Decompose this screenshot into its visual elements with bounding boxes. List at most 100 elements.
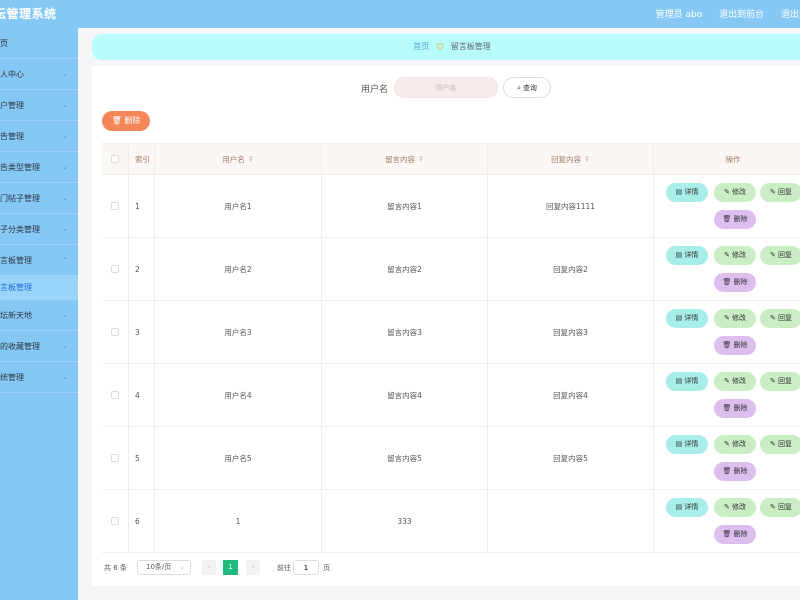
delete-label: 删除	[733, 215, 748, 223]
sort-icon[interactable]: ⇕	[584, 155, 590, 163]
delete-label: 删除	[733, 341, 748, 349]
sidebar-item-home[interactable]: 页	[0, 28, 78, 59]
sidebar-item-forum-new-world[interactable]: 坛新天地 ⌄	[0, 300, 78, 331]
row-checkbox[interactable]	[111, 202, 119, 210]
row-username: 用户名5	[155, 427, 322, 489]
logout-link[interactable]: 退出登	[781, 10, 800, 20]
row-username: 用户名3	[155, 301, 322, 363]
sidebar-item-label: 子分类管理	[0, 225, 40, 234]
sidebar-item-label: 页	[0, 39, 8, 48]
reply-button[interactable]: ✎ 回复	[760, 372, 800, 391]
document-icon: ▤	[675, 251, 683, 259]
header-username[interactable]: 用户名 ⇕	[155, 144, 322, 174]
sidebar-item-personal-center[interactable]: 人中心 ⌄	[0, 59, 78, 90]
delete-label: 删除	[733, 530, 748, 538]
row-checkbox[interactable]	[111, 517, 119, 525]
pencil-icon: ✎	[723, 440, 730, 448]
edit-button[interactable]: ✎ 修改	[714, 246, 756, 265]
next-page-button[interactable]: ›	[246, 560, 260, 575]
table-row: 2 用户名2 留言内容2 回复内容2 ▤ 详情 ✎ 修改 ✎ 回复 🗑 删除	[102, 238, 800, 301]
detail-button[interactable]: ▤ 详情	[666, 435, 708, 454]
document-icon: ▤	[675, 188, 683, 196]
sidebar-item-user-management[interactable]: 户管理 ⌄	[0, 90, 78, 121]
detail-button[interactable]: ▤ 详情	[666, 498, 708, 517]
row-actions: ▤ 详情 ✎ 修改 ✎ 回复 🗑 删除	[654, 364, 800, 426]
breadcrumb-home[interactable]: 首页	[413, 42, 429, 51]
edit-button[interactable]: ✎ 修改	[714, 435, 756, 454]
row-checkbox[interactable]	[111, 328, 119, 336]
breadcrumb-current: 留言板管理	[450, 42, 491, 51]
sidebar-item-label: 人中心	[0, 70, 24, 79]
detail-button[interactable]: ▤ 详情	[666, 309, 708, 328]
pencil-icon: ✎	[769, 440, 776, 448]
breadcrumb: 首页 ☺ 留言板管理	[92, 34, 800, 60]
delete-button[interactable]: 🗑 删除	[714, 273, 756, 292]
row-checkbox-cell	[102, 238, 129, 300]
sidebar-item-notice-type-management[interactable]: 告类型管理 ⌄	[0, 152, 78, 183]
row-reply: 回复内容2	[488, 238, 654, 300]
delete-button[interactable]: 🗑 删除	[714, 336, 756, 355]
reply-button[interactable]: ✎ 回复	[760, 435, 800, 454]
edit-label: 修改	[732, 251, 747, 259]
sidebar-item-message-board-group[interactable]: 言板管理 ⌃	[0, 245, 78, 276]
pencil-icon: ✎	[769, 503, 776, 511]
detail-label: 详情	[684, 251, 699, 259]
edit-button[interactable]: ✎ 修改	[714, 183, 756, 202]
row-index: 2	[129, 238, 155, 300]
row-actions: ▤ 详情 ✎ 修改 ✎ 回复 🗑 删除	[654, 238, 800, 300]
sort-icon[interactable]: ⇕	[418, 155, 424, 163]
goto-page-input[interactable]	[293, 560, 319, 575]
username-search-input[interactable]	[394, 77, 498, 98]
query-button[interactable]: ⌕ 查询	[503, 77, 551, 98]
back-to-front-link[interactable]: 退出到前台	[719, 10, 764, 20]
pencil-icon: ✎	[723, 503, 730, 511]
sidebar-item-label: 户管理	[0, 101, 24, 110]
page-size-select[interactable]: 10条/页 ⌄	[137, 560, 191, 575]
edit-button[interactable]: ✎ 修改	[714, 498, 756, 517]
row-reply: 回复内容5	[488, 427, 654, 489]
sort-icon[interactable]: ⇕	[248, 155, 254, 163]
reply-button[interactable]: ✎ 回复	[760, 498, 800, 517]
delete-button[interactable]: 🗑 删除	[714, 462, 756, 481]
page-number-button[interactable]: 1	[223, 560, 238, 575]
page-size-value: 10条/页	[146, 563, 172, 571]
row-reply: 回复内容4	[488, 364, 654, 426]
batch-delete-button[interactable]: 🗑 删除	[102, 111, 150, 131]
pencil-icon: ✎	[769, 188, 776, 196]
delete-button[interactable]: 🗑 删除	[714, 525, 756, 544]
sidebar-item-notice-management[interactable]: 告管理 ⌄	[0, 121, 78, 152]
sidebar-item-my-favorites[interactable]: 的收藏管理 ⌄	[0, 331, 78, 362]
reply-label: 回复	[778, 440, 793, 448]
row-checkbox-cell	[102, 490, 129, 552]
sidebar-item-hot-post-management[interactable]: 门帖子管理 ⌄	[0, 183, 78, 214]
reply-button[interactable]: ✎ 回复	[760, 183, 800, 202]
header-reply[interactable]: 回复内容 ⇕	[488, 144, 654, 174]
detail-label: 详情	[684, 440, 699, 448]
sidebar-item-system-management[interactable]: 统管理 ⌄	[0, 362, 78, 393]
row-index: 5	[129, 427, 155, 489]
row-index: 1	[129, 175, 155, 237]
row-checkbox[interactable]	[111, 391, 119, 399]
detail-button[interactable]: ▤ 详情	[666, 372, 708, 391]
trash-icon: 🗑	[722, 341, 732, 349]
delete-button[interactable]: 🗑 删除	[714, 399, 756, 418]
reply-button[interactable]: ✎ 回复	[760, 309, 800, 328]
sidebar-item-post-category-management[interactable]: 子分类管理 ⌄	[0, 214, 78, 245]
select-all-checkbox[interactable]	[111, 155, 119, 163]
smile-icon: ☺	[435, 42, 445, 51]
row-checkbox[interactable]	[111, 265, 119, 273]
chevron-down-icon: ⌄	[179, 563, 185, 571]
header-message[interactable]: 留言内容 ⇕	[322, 144, 488, 174]
edit-button[interactable]: ✎ 修改	[714, 372, 756, 391]
edit-button[interactable]: ✎ 修改	[714, 309, 756, 328]
reply-button[interactable]: ✎ 回复	[760, 246, 800, 265]
delete-button[interactable]: 🗑 删除	[714, 210, 756, 229]
prev-page-button[interactable]: ‹	[202, 560, 216, 575]
sidebar-item-message-board-management[interactable]: 言板管理	[0, 276, 78, 300]
detail-button[interactable]: ▤ 详情	[666, 183, 708, 202]
pencil-icon: ✎	[723, 377, 730, 385]
detail-button[interactable]: ▤ 详情	[666, 246, 708, 265]
row-actions: ▤ 详情 ✎ 修改 ✎ 回复 🗑 删除	[654, 301, 800, 363]
chevron-down-icon: ⌄	[62, 132, 68, 140]
row-checkbox[interactable]	[111, 454, 119, 462]
